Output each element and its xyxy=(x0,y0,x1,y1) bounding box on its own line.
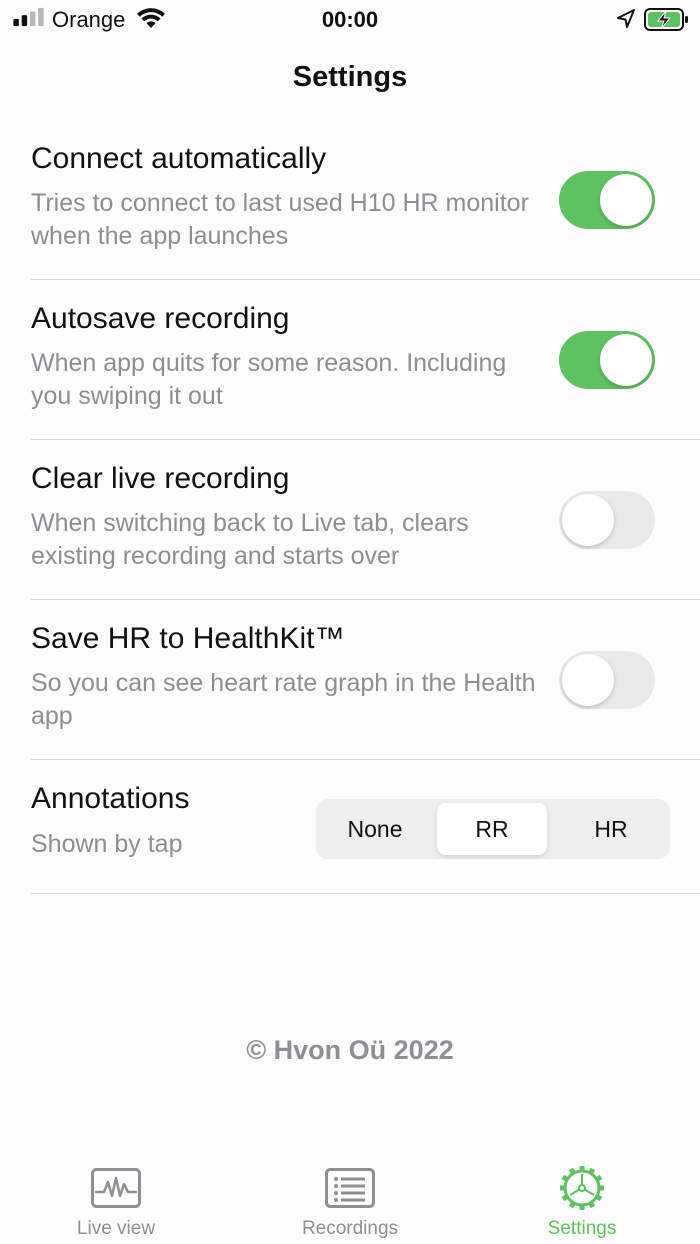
copyright-text: © Hvon Oü 2022 xyxy=(246,1035,454,1065)
setting-title: Clear live recording xyxy=(31,462,290,495)
setting-description: Tries to connect to last used H10 HR mon… xyxy=(31,189,529,250)
divider xyxy=(31,893,700,894)
setting-title: Autosave recording xyxy=(31,302,290,335)
save-hr-healthkit-toggle[interactable] xyxy=(559,651,655,709)
toggle-knob xyxy=(562,494,614,546)
toggle-knob xyxy=(562,654,614,706)
setting-description: So you can see heart rate graph in the H… xyxy=(31,669,536,730)
setting-row-connect-automatically: Connect automatically Tries to connect t… xyxy=(0,120,700,280)
setting-title: Save HR to HealthKit™ xyxy=(31,622,345,655)
status-bar: Orange 00:00 xyxy=(0,0,700,40)
annotations-title: Annotations xyxy=(31,782,190,815)
clear-live-recording-toggle[interactable] xyxy=(559,491,655,549)
toggle-knob xyxy=(600,174,652,226)
tab-label: Settings xyxy=(547,1218,617,1239)
tab-label: Recordings xyxy=(301,1218,399,1239)
divider xyxy=(31,759,700,760)
autosave-recording-toggle[interactable] xyxy=(559,331,655,389)
setting-title: Connect automatically xyxy=(31,142,327,175)
list-icon xyxy=(325,1168,375,1208)
annotations-segmented-control: None RR HR xyxy=(316,799,670,859)
page-title: Settings xyxy=(292,61,408,93)
setting-row-save-hr-healthkit: Save HR to HealthKit™ So you can see hea… xyxy=(0,600,700,760)
status-time: 00:00 xyxy=(321,7,379,32)
setting-description: When app quits for some reason. Includin… xyxy=(31,349,507,410)
location-icon xyxy=(617,9,635,28)
segment-hr[interactable]: HR xyxy=(556,803,666,855)
setting-row-autosave-recording: Autosave recording When app quits for so… xyxy=(0,280,700,440)
setting-row-clear-live-recording: Clear live recording When switching back… xyxy=(0,440,700,600)
toggle-knob xyxy=(600,334,652,386)
segment-rr[interactable]: RR xyxy=(437,803,547,855)
tab-label: Live view xyxy=(76,1218,156,1239)
battery-charging-icon xyxy=(644,8,688,31)
gear-icon xyxy=(560,1166,604,1210)
connect-automatically-toggle[interactable] xyxy=(559,171,655,229)
segment-none[interactable]: None xyxy=(320,803,430,855)
waveform-icon xyxy=(91,1168,141,1208)
setting-description: When switching back to Live tab, clears … xyxy=(31,509,469,570)
